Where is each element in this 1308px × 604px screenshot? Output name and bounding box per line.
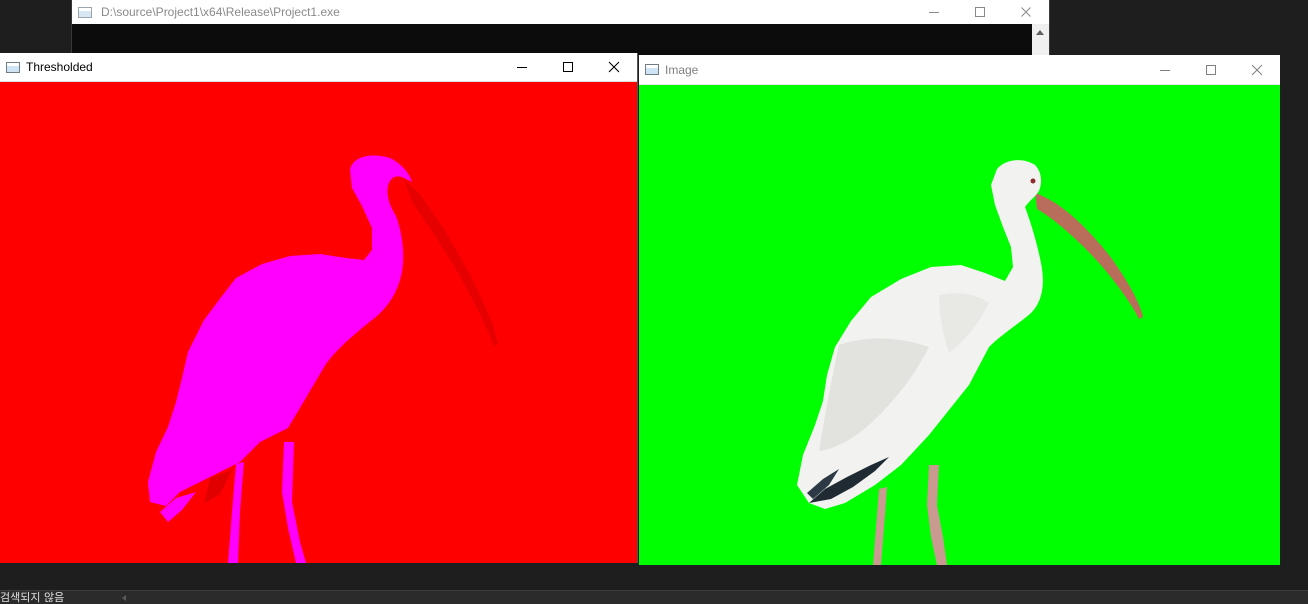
thresholded-minimize-button[interactable] xyxy=(499,53,545,81)
close-icon xyxy=(608,61,620,73)
console-titlebar[interactable]: D:\source\Project1\x64\Release\Project1.… xyxy=(72,0,1049,24)
source-image-canvas[interactable] xyxy=(639,85,1280,565)
console-minimize-button[interactable] xyxy=(911,0,957,24)
image-close-button[interactable] xyxy=(1234,55,1280,84)
maximize-icon xyxy=(975,7,985,17)
image-titlebar[interactable]: Image xyxy=(639,55,1280,85)
maximize-icon xyxy=(563,62,573,72)
thresholded-mask-image xyxy=(148,155,498,563)
minimize-icon xyxy=(1160,69,1170,71)
console-title: D:\source\Project1\x64\Release\Project1.… xyxy=(101,5,340,19)
maximize-icon xyxy=(1206,64,1216,75)
scroll-up-icon[interactable] xyxy=(1036,30,1044,35)
minimize-icon xyxy=(517,67,527,68)
image-window: Image xyxy=(639,55,1280,565)
console-maximize-button[interactable] xyxy=(957,0,1003,24)
status-bar: 검색되지 않음 xyxy=(0,590,1308,604)
status-text: 검색되지 않음 xyxy=(0,591,65,604)
opencv-window-icon xyxy=(645,64,659,75)
opencv-window-icon xyxy=(6,61,20,73)
close-icon xyxy=(1021,7,1031,17)
console-app-icon xyxy=(78,6,92,18)
thresholded-close-button[interactable] xyxy=(591,53,637,81)
scroll-left-icon[interactable] xyxy=(122,595,126,601)
thresholded-titlebar[interactable]: Thresholded xyxy=(0,53,637,82)
thresholded-maximize-button[interactable] xyxy=(545,53,591,81)
minimize-icon xyxy=(929,12,939,13)
console-scrollbar[interactable] xyxy=(1032,24,1049,55)
ibis-photo-image xyxy=(797,160,1143,565)
console-close-button[interactable] xyxy=(1003,0,1049,24)
close-icon xyxy=(1251,64,1263,75)
image-title: Image xyxy=(665,62,699,77)
thresholded-window: Thresholded xyxy=(0,53,638,563)
image-minimize-button[interactable] xyxy=(1142,55,1188,84)
thresholded-image-canvas[interactable] xyxy=(0,82,637,563)
image-maximize-button[interactable] xyxy=(1188,55,1234,84)
console-window: D:\source\Project1\x64\Release\Project1.… xyxy=(71,0,1050,55)
thresholded-title: Thresholded xyxy=(26,60,93,74)
